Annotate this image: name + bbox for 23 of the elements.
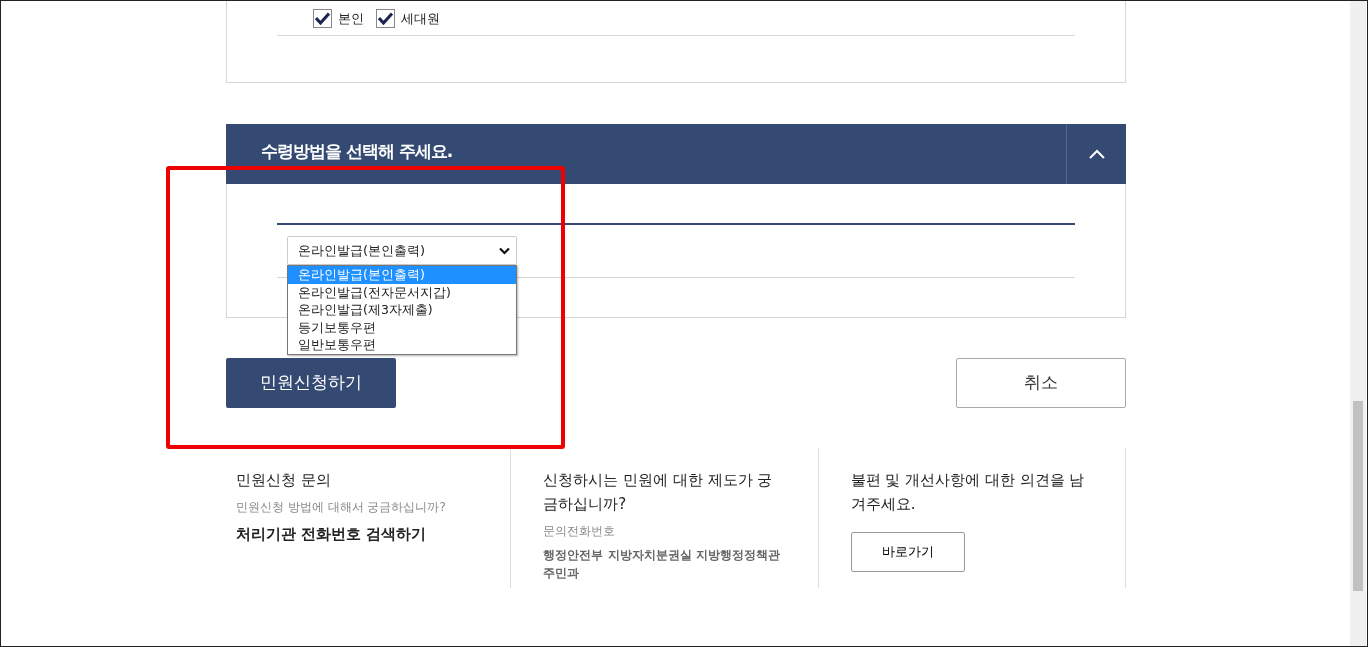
dropdown-option[interactable]: 온라인발급(전자문서지갑) [288, 283, 516, 302]
checkbox[interactable] [313, 9, 332, 29]
info-caption: 민원신청 방법에 대해서 궁금하십니까? [236, 499, 447, 516]
submit-button[interactable]: 민원신청하기 [226, 358, 396, 408]
shortcut-button[interactable]: 바로가기 [850, 532, 965, 572]
cancel-button[interactable]: 취소 [956, 358, 1126, 408]
checkbox[interactable] [376, 9, 395, 29]
scrollbar[interactable] [1350, 1, 1366, 646]
info-caption: 문의전화번호 [543, 523, 617, 540]
contact-text: 행정안전부 지방자치분권실 지방행정정책관 주민과 [543, 547, 781, 582]
phone-search-link[interactable]: 처리기관 전화번호 검색하기 [236, 525, 427, 543]
checkbox-label: 본인 [338, 10, 364, 28]
checkbox-label: 세대원 [401, 10, 440, 28]
dropdown-option[interactable]: 일반보통우편 [288, 336, 516, 354]
info-title: 신청하시는 민원에 대한 제도가 궁금하십니까? [543, 470, 774, 515]
select-field[interactable]: 온라인발급(본인출력) [287, 236, 517, 265]
info-title: 불편 및 개선사항에 대한 의견을 남겨주세요. [850, 470, 1086, 515]
section-title: 수령방법을 선택해 주세요. [261, 141, 453, 161]
info-title: 민원신청 문의 [236, 470, 332, 491]
caret-icon [499, 246, 510, 255]
dropdown-option[interactable]: 온라인발급(제3자제출) [288, 301, 516, 319]
chevron-up-icon [1088, 149, 1105, 159]
dropdown-option[interactable]: 등기보통우편 [288, 318, 516, 337]
